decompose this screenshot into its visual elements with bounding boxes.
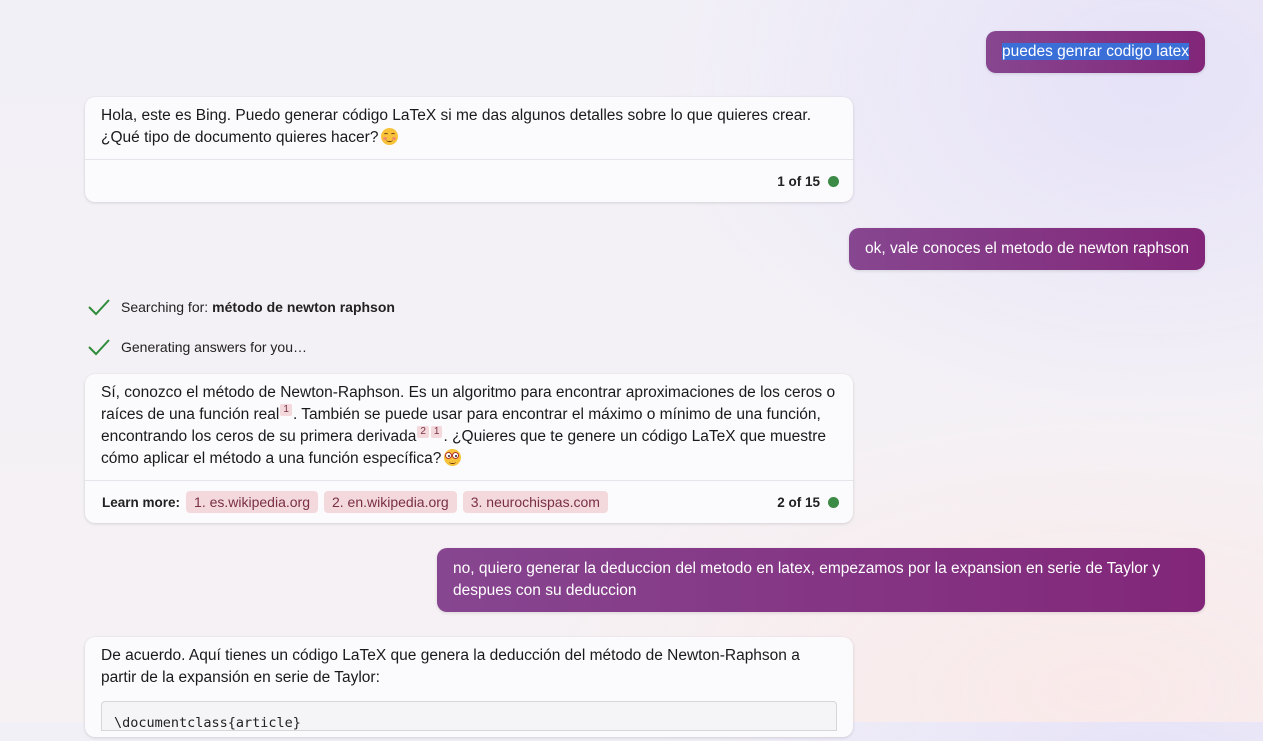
- citation-link[interactable]: 1: [430, 426, 443, 438]
- code-block[interactable]: \documentclass{article}: [101, 701, 837, 731]
- source-link[interactable]: 3. neurochispas.com: [462, 491, 608, 513]
- citation-link[interactable]: 2: [417, 426, 429, 438]
- search-status-row: Searching for: método de newton raphson: [87, 297, 395, 317]
- code-line: \documentclass{article}: [114, 715, 301, 731]
- smiling-face-icon: [381, 128, 399, 145]
- check-icon: [88, 339, 110, 356]
- source-link[interactable]: 2. en.wikipedia.org: [323, 491, 457, 513]
- bot-message-body: Hola, este es Bing. Puedo generar código…: [85, 97, 853, 159]
- check-icon: [88, 299, 110, 316]
- nerd-face-icon: [444, 449, 462, 466]
- bot-message-footer: Learn more: 1. es.wikipedia.org 2. en.wi…: [85, 480, 853, 523]
- user-message-3: no, quiero generar la deduccion del meto…: [437, 548, 1205, 612]
- user-message-text: no, quiero generar la deduccion del meto…: [453, 560, 1161, 599]
- bot-message-text: Hola, este es Bing. Puedo generar código…: [101, 107, 811, 146]
- searching-label: Searching for:: [121, 299, 209, 315]
- bot-message-3: De acuerdo. Aquí tienes un código LaTeX …: [85, 637, 853, 737]
- search-query: método de newton raphson: [212, 299, 395, 315]
- turn-counter: 1 of 15: [777, 174, 839, 189]
- bot-message-2: Sí, conozco el método de Newton-Raphson.…: [85, 374, 853, 523]
- learn-more-label: Learn more:: [102, 494, 181, 510]
- user-message-text: puedes genrar codigo latex: [1002, 43, 1189, 60]
- generating-status-row: Generating answers for you…: [87, 337, 307, 357]
- bot-message-text: De acuerdo. Aquí tienes un código LaTeX …: [101, 647, 800, 686]
- bot-message-footer: 1 of 15: [85, 159, 853, 202]
- source-link[interactable]: 1. es.wikipedia.org: [186, 491, 318, 513]
- user-message-1: puedes genrar codigo latex: [986, 31, 1205, 73]
- user-message-text: ok, vale conoces el metodo de newton rap…: [865, 240, 1189, 257]
- turn-counter: 2 of 15: [777, 495, 839, 510]
- bot-message-body: De acuerdo. Aquí tienes un código LaTeX …: [85, 637, 853, 741]
- bot-message-body: Sí, conozco el método de Newton-Raphson.…: [85, 374, 853, 480]
- citation-link[interactable]: 1: [280, 404, 292, 416]
- user-message-2: ok, vale conoces el metodo de newton rap…: [849, 228, 1205, 270]
- status-dot-icon: [828, 175, 839, 187]
- bot-message-1: Hola, este es Bing. Puedo generar código…: [85, 97, 853, 202]
- status-dot-icon: [828, 496, 839, 508]
- generating-label: Generating answers for you…: [121, 339, 307, 355]
